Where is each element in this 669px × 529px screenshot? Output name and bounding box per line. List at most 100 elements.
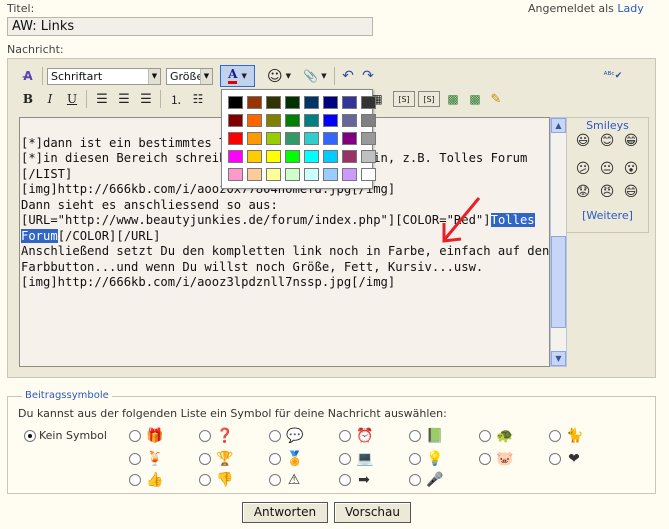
color-swatch[interactable] — [228, 96, 243, 109]
radio-symbol[interactable] — [339, 453, 351, 465]
preview-button[interactable]: Vorschau — [334, 502, 411, 523]
title-input[interactable]: AW: Links — [7, 17, 373, 36]
redo-icon[interactable]: ↷ — [360, 66, 376, 86]
radio-symbol[interactable] — [479, 453, 491, 465]
color-swatch[interactable] — [342, 96, 357, 109]
color-swatch[interactable] — [285, 114, 300, 127]
color-swatch[interactable] — [342, 150, 357, 163]
color-swatch[interactable] — [323, 96, 338, 109]
textarea-scrollbar[interactable]: ▲ ▼ — [550, 117, 567, 367]
ordered-list-icon[interactable]: ⒈ — [167, 89, 185, 109]
radio-symbol[interactable] — [269, 430, 281, 442]
radio-symbol[interactable] — [129, 453, 141, 465]
italic-button[interactable]: I — [42, 89, 58, 109]
radio-symbol[interactable] — [549, 430, 561, 442]
underline-button[interactable]: U — [64, 89, 80, 109]
color-swatch[interactable] — [361, 114, 376, 127]
smiley-icon[interactable]: 😁 — [623, 133, 639, 149]
text-color-button[interactable]: A ▼ — [220, 65, 255, 87]
smiley-icon[interactable]: 😮 — [623, 161, 639, 177]
radio-symbol[interactable] — [339, 474, 351, 486]
color-swatch[interactable] — [228, 168, 243, 181]
align-center-icon[interactable]: ☰ — [115, 89, 133, 109]
scroll-thumb[interactable] — [551, 236, 566, 328]
radio-symbol[interactable] — [549, 453, 561, 465]
color-swatch[interactable] — [304, 96, 319, 109]
bold-button[interactable]: B — [20, 89, 36, 109]
image-grid-icon[interactable]: ▩ — [444, 89, 462, 109]
code-tag-icon[interactable]: [S] — [393, 91, 415, 107]
color-swatch[interactable] — [266, 168, 281, 181]
color-swatch[interactable] — [266, 150, 281, 163]
marker-icon[interactable]: ✎ — [486, 89, 506, 109]
color-swatch[interactable] — [361, 150, 376, 163]
scroll-up-icon[interactable]: ▲ — [551, 118, 566, 133]
more-smileys-link[interactable]: [Weitere] — [567, 209, 648, 222]
quote-tag-icon[interactable]: [S] — [418, 91, 440, 107]
radio-symbol[interactable] — [479, 430, 491, 442]
align-left-icon[interactable]: ☰ — [93, 89, 111, 109]
radio-no-symbol[interactable] — [24, 430, 36, 442]
size-select[interactable]: Größe ▼ — [166, 68, 213, 85]
radio-symbol[interactable] — [409, 474, 421, 486]
smiley-icon[interactable]: 😟 — [575, 184, 591, 200]
radio-symbol[interactable] — [199, 430, 211, 442]
color-swatch[interactable] — [361, 168, 376, 181]
color-swatch[interactable] — [304, 132, 319, 145]
color-swatch[interactable] — [323, 114, 338, 127]
smiley-icon[interactable]: 😐 — [599, 161, 615, 177]
color-swatch[interactable] — [342, 132, 357, 145]
undo-icon[interactable]: ↶ — [340, 66, 356, 86]
submit-button[interactable]: Antworten — [242, 502, 328, 523]
color-swatch[interactable] — [266, 114, 281, 127]
radio-symbol[interactable] — [269, 474, 281, 486]
radio-symbol[interactable] — [409, 453, 421, 465]
attachment-button[interactable]: 📎 ▼ — [301, 66, 329, 86]
color-swatch[interactable] — [323, 132, 338, 145]
smiley-icon[interactable]: 😠 — [599, 184, 615, 200]
color-swatch[interactable] — [228, 132, 243, 145]
color-swatch[interactable] — [247, 168, 262, 181]
radio-symbol[interactable] — [199, 474, 211, 486]
color-swatch[interactable] — [285, 132, 300, 145]
smiley-icon[interactable]: 😕 — [575, 161, 591, 177]
color-swatch[interactable] — [247, 114, 262, 127]
font-select[interactable]: Schriftart ▼ — [47, 68, 161, 85]
remove-format-icon[interactable]: A̶ — [18, 66, 38, 86]
color-swatch[interactable] — [361, 96, 376, 109]
smiley-menu-button[interactable]: ☺ ▼ — [263, 66, 295, 86]
color-swatch[interactable] — [266, 132, 281, 145]
color-swatch[interactable] — [247, 132, 262, 145]
color-swatch[interactable] — [266, 96, 281, 109]
radio-symbol[interactable] — [129, 474, 141, 486]
color-swatch[interactable] — [285, 96, 300, 109]
color-swatch[interactable] — [342, 114, 357, 127]
color-swatch[interactable] — [247, 96, 262, 109]
scroll-down-icon[interactable]: ▼ — [551, 351, 566, 366]
radio-symbol[interactable] — [269, 453, 281, 465]
color-swatch[interactable] — [285, 168, 300, 181]
color-swatch[interactable] — [228, 114, 243, 127]
color-swatch[interactable] — [361, 132, 376, 145]
spellcheck-icon[interactable]: ᴬᴮᶜ✔ — [601, 66, 625, 86]
color-swatch[interactable] — [304, 150, 319, 163]
smiley-icon[interactable]: 😃 — [575, 133, 591, 149]
smiley-icon[interactable]: 😊 — [599, 133, 615, 149]
color-swatch[interactable] — [323, 150, 338, 163]
color-swatch[interactable] — [323, 168, 338, 181]
user-link[interactable]: Lady — [617, 2, 643, 15]
unordered-list-icon[interactable]: ☷ — [189, 89, 207, 109]
image-grid-icon-2[interactable]: ▩ — [466, 89, 484, 109]
align-right-icon[interactable]: ☰ — [137, 89, 155, 109]
radio-symbol[interactable] — [409, 430, 421, 442]
color-swatch[interactable] — [304, 114, 319, 127]
color-swatch[interactable] — [285, 150, 300, 163]
color-swatch[interactable] — [247, 150, 262, 163]
radio-symbol[interactable] — [339, 430, 351, 442]
color-swatch[interactable] — [228, 150, 243, 163]
radio-symbol[interactable] — [129, 430, 141, 442]
color-swatch[interactable] — [304, 168, 319, 181]
radio-symbol[interactable] — [199, 453, 211, 465]
smiley-icon[interactable]: 😄 — [623, 184, 639, 200]
color-swatch[interactable] — [342, 168, 357, 181]
